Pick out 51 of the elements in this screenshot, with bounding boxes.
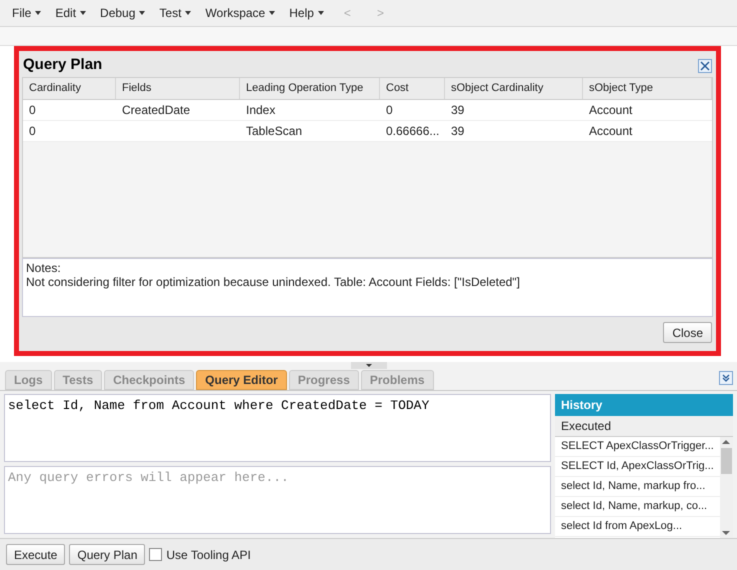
column-header[interactable]: Cost [380,78,445,99]
action-button[interactable]: Execute [6,544,66,565]
table-cell-text: Index [246,102,276,119]
table-cell-text: CreatedDate [122,102,190,119]
table-cell-text: 0 [29,102,36,119]
checkbox[interactable] [149,548,162,561]
caret-icon [269,11,276,15]
menu-item[interactable]: Edit [55,4,86,22]
action-button[interactable]: Query Plan [69,544,146,565]
column-header[interactable]: sObject Cardinality [445,78,583,99]
tab[interactable]: Query Editor [196,370,287,390]
splitter-handle[interactable] [350,362,386,369]
column-header[interactable]: sObject Type [583,78,712,99]
notes-label: Notes: [26,261,62,275]
caret-icon [35,11,42,15]
notes-text: Not considering filter for optimization because unindexed. Table: Account Fields: ["IsDeleted"] [26,275,521,289]
errors-field[interactable]: Any query errors will appear here... [4,466,551,534]
menu-item[interactable]: Test [159,4,192,22]
table-cell-text: Account [589,123,632,140]
caret-icon [80,11,86,15]
column-header[interactable]: Executed [555,416,733,437]
table-cell-text: Account [589,102,632,119]
dialog-title: Query Plan [23,55,102,76]
caret-icon [318,11,324,15]
menu-item[interactable]: Help [289,4,324,22]
checkbox-label: Use Tooling API [166,546,251,564]
caret-icon [185,11,192,15]
menu-item[interactable]: Workspace [205,4,276,22]
scrollbar[interactable] [720,437,733,538]
collapse-icon[interactable] [719,371,733,385]
column-header[interactable]: Fields [116,78,240,99]
menu-item[interactable]: Debug [100,4,146,22]
table-cell-text: 0.66666... [386,123,440,140]
table-cell-text: 39 [451,102,464,119]
close-icon[interactable] [698,58,712,72]
history-item[interactable]: select Id, Name, markup fro... [555,477,720,497]
history-title: History [555,394,733,416]
caret-icon [139,11,146,15]
column-header[interactable]: Cardinality [23,78,116,99]
table-cell-text: 0 [386,102,393,119]
column-header[interactable]: Leading Operation Type [240,78,380,99]
history-item[interactable]: SELECT ApexClassOrTrigger... [555,437,720,457]
history-item[interactable]: SELECT Id, ApexClassOrTrig... [555,457,720,477]
table-cell-text: 0 [29,123,36,140]
close-button[interactable]: Close [663,322,712,343]
query-editor-field[interactable]: select Id, Name from Account where CreatedDate = TODAY [4,394,551,462]
history-item[interactable]: select Id from ApexLog... [555,517,720,537]
table-cell-text: TableScan [246,123,302,140]
table-cell-text: 39 [451,123,464,140]
menu-item[interactable]: File [12,4,42,22]
history-item[interactable]: select Id, Name, markup, co... [555,497,720,517]
